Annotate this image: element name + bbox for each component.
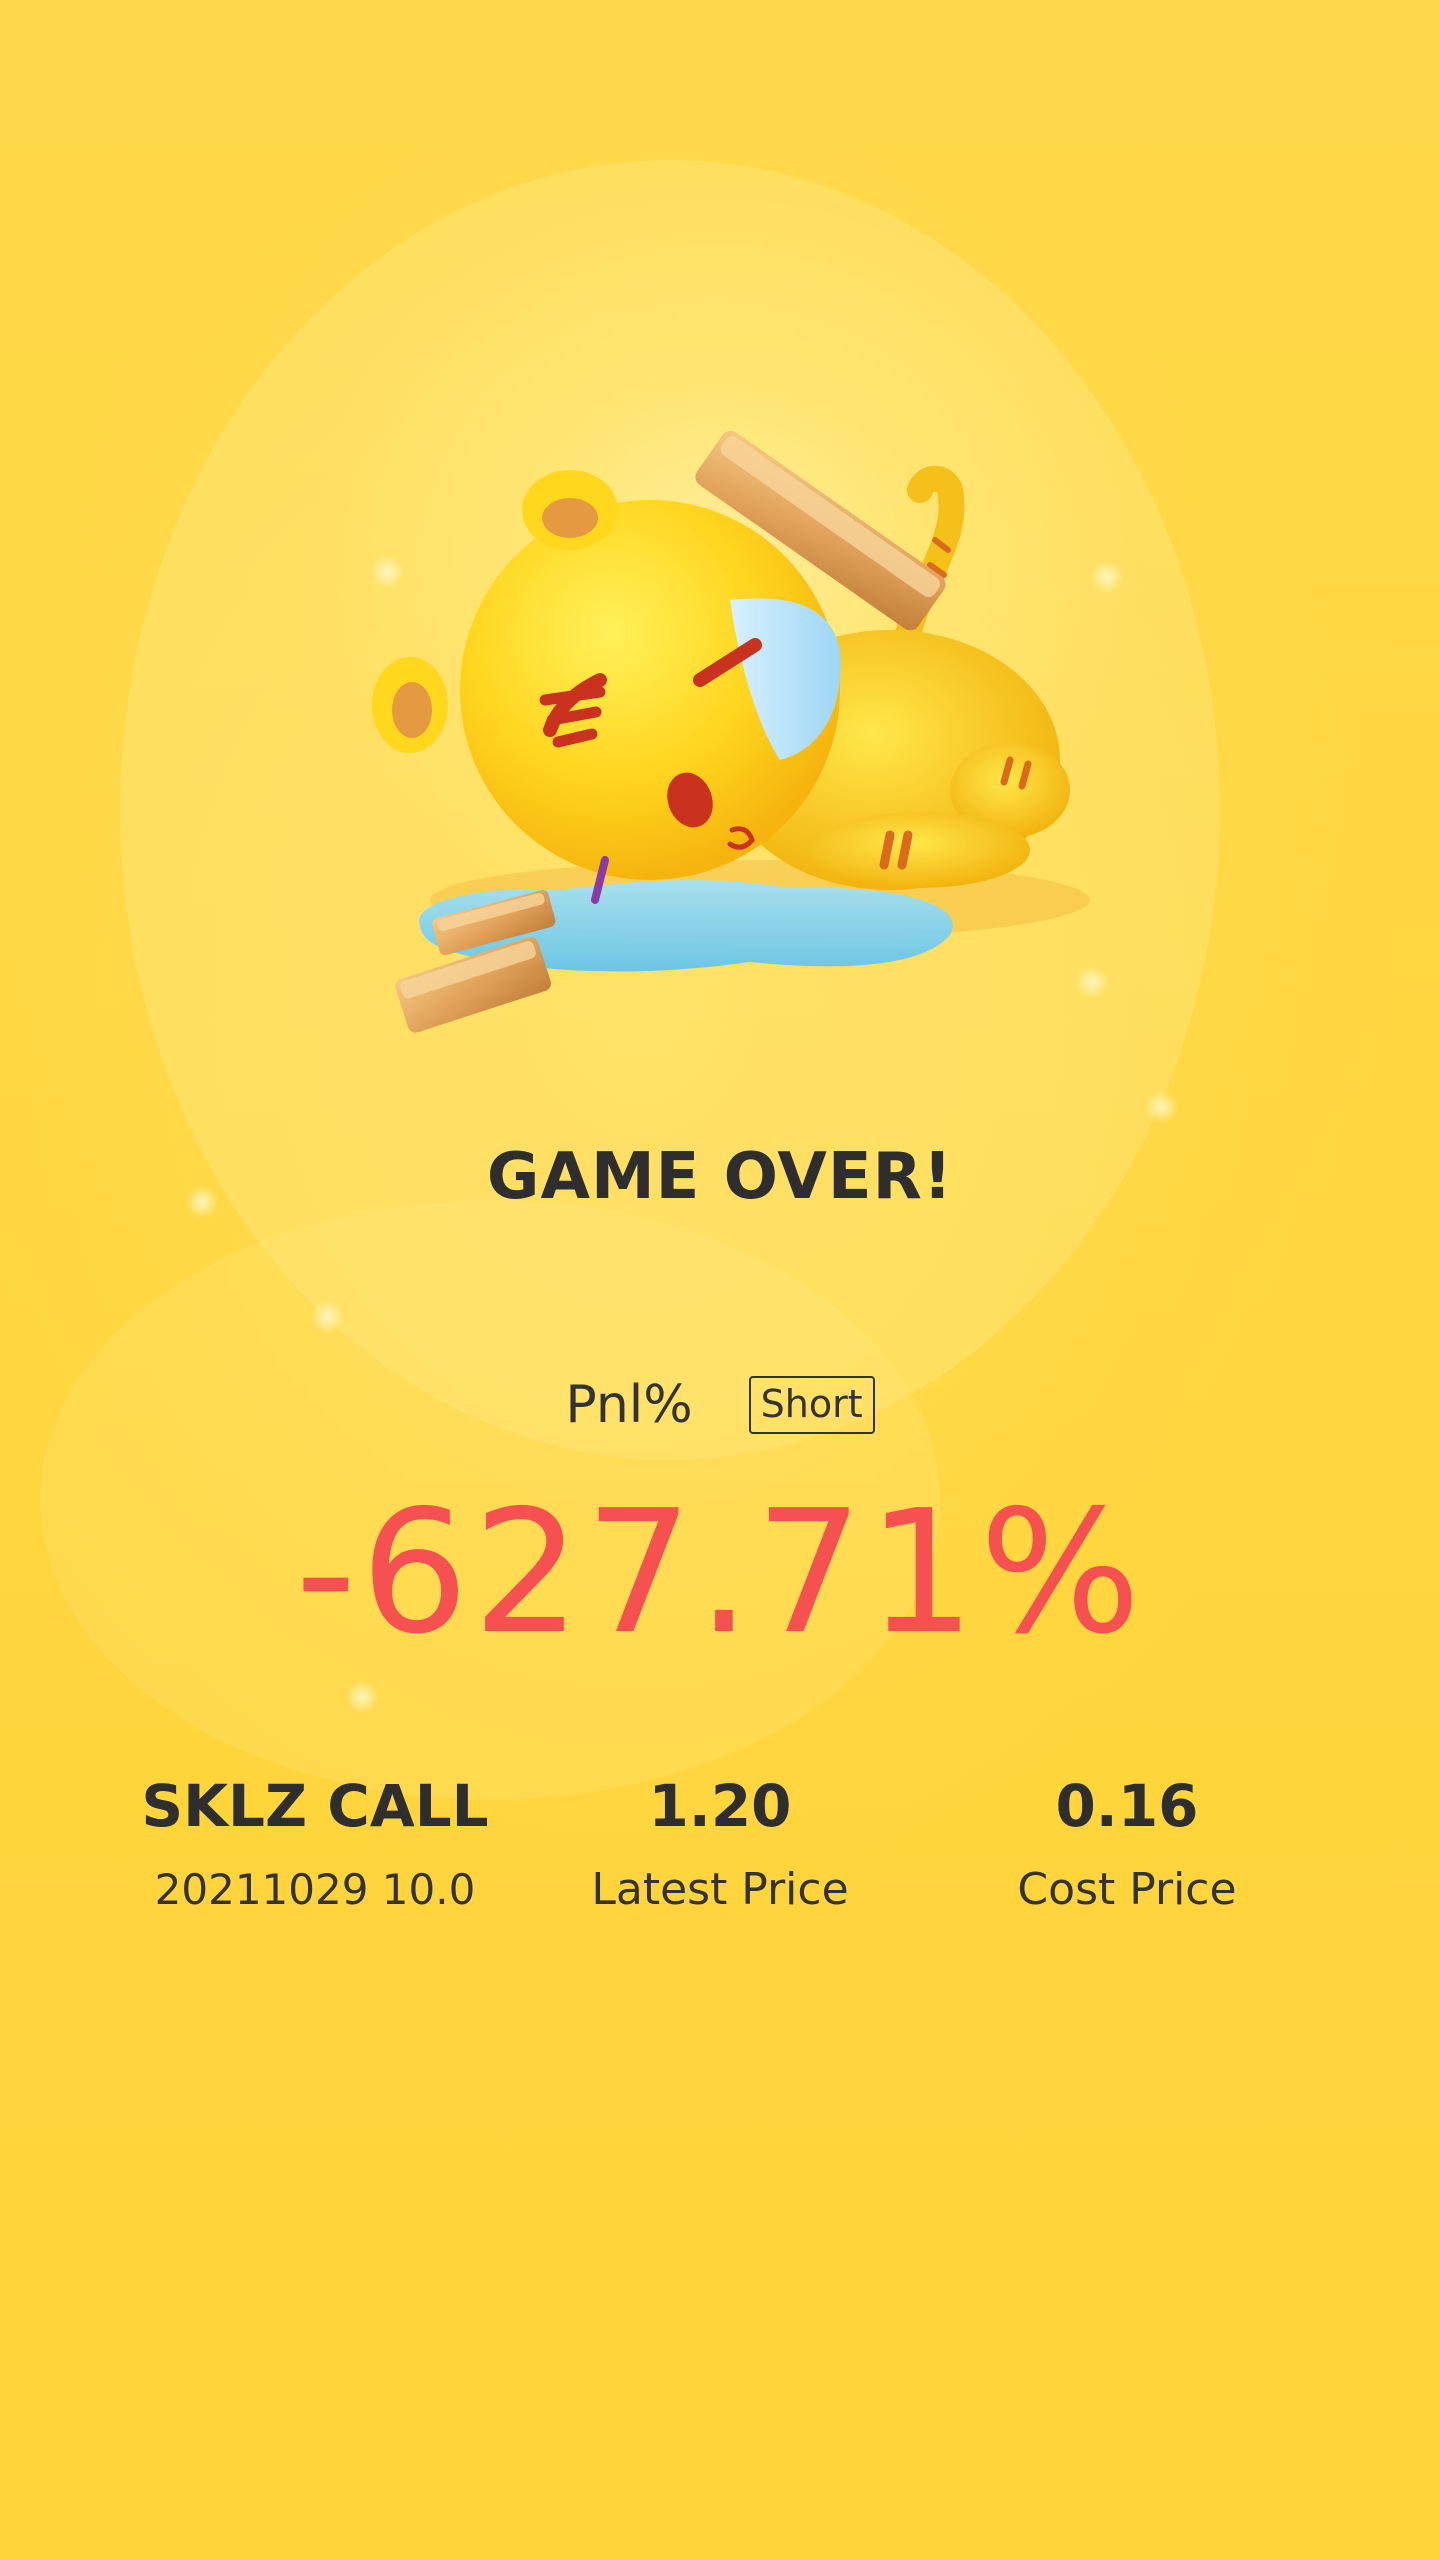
pnl-label: Pnl% bbox=[565, 1375, 693, 1435]
sparkle-icon bbox=[345, 1680, 379, 1714]
latest-price-stat: 1.20 Latest Price bbox=[510, 1770, 930, 1918]
sparkle-icon bbox=[1145, 1090, 1179, 1124]
cost-price-label: Cost Price bbox=[1017, 1864, 1237, 1915]
contract-stat: SKLZ CALL 20211029 10.0 bbox=[105, 1770, 525, 1918]
latest-price-label: Latest Price bbox=[591, 1864, 849, 1915]
sparkle-icon bbox=[310, 1300, 344, 1334]
cost-price-value: 0.16 bbox=[1055, 1772, 1199, 1840]
game-over-title: GAME OVER! bbox=[486, 1140, 954, 1214]
latest-price-value: 1.20 bbox=[648, 1772, 792, 1840]
pnl-value: -627.71% bbox=[295, 1474, 1145, 1672]
cost-price-stat: 0.16 Cost Price bbox=[917, 1770, 1337, 1918]
symbol: SKLZ CALL bbox=[141, 1772, 489, 1840]
pnl-header: Pnl% Short bbox=[0, 1375, 1440, 1435]
fallen-tiger-mascot-icon bbox=[360, 430, 1120, 1070]
position-side-badge: Short bbox=[748, 1376, 875, 1434]
contract-details: 20211029 10.0 bbox=[154, 1865, 476, 1914]
